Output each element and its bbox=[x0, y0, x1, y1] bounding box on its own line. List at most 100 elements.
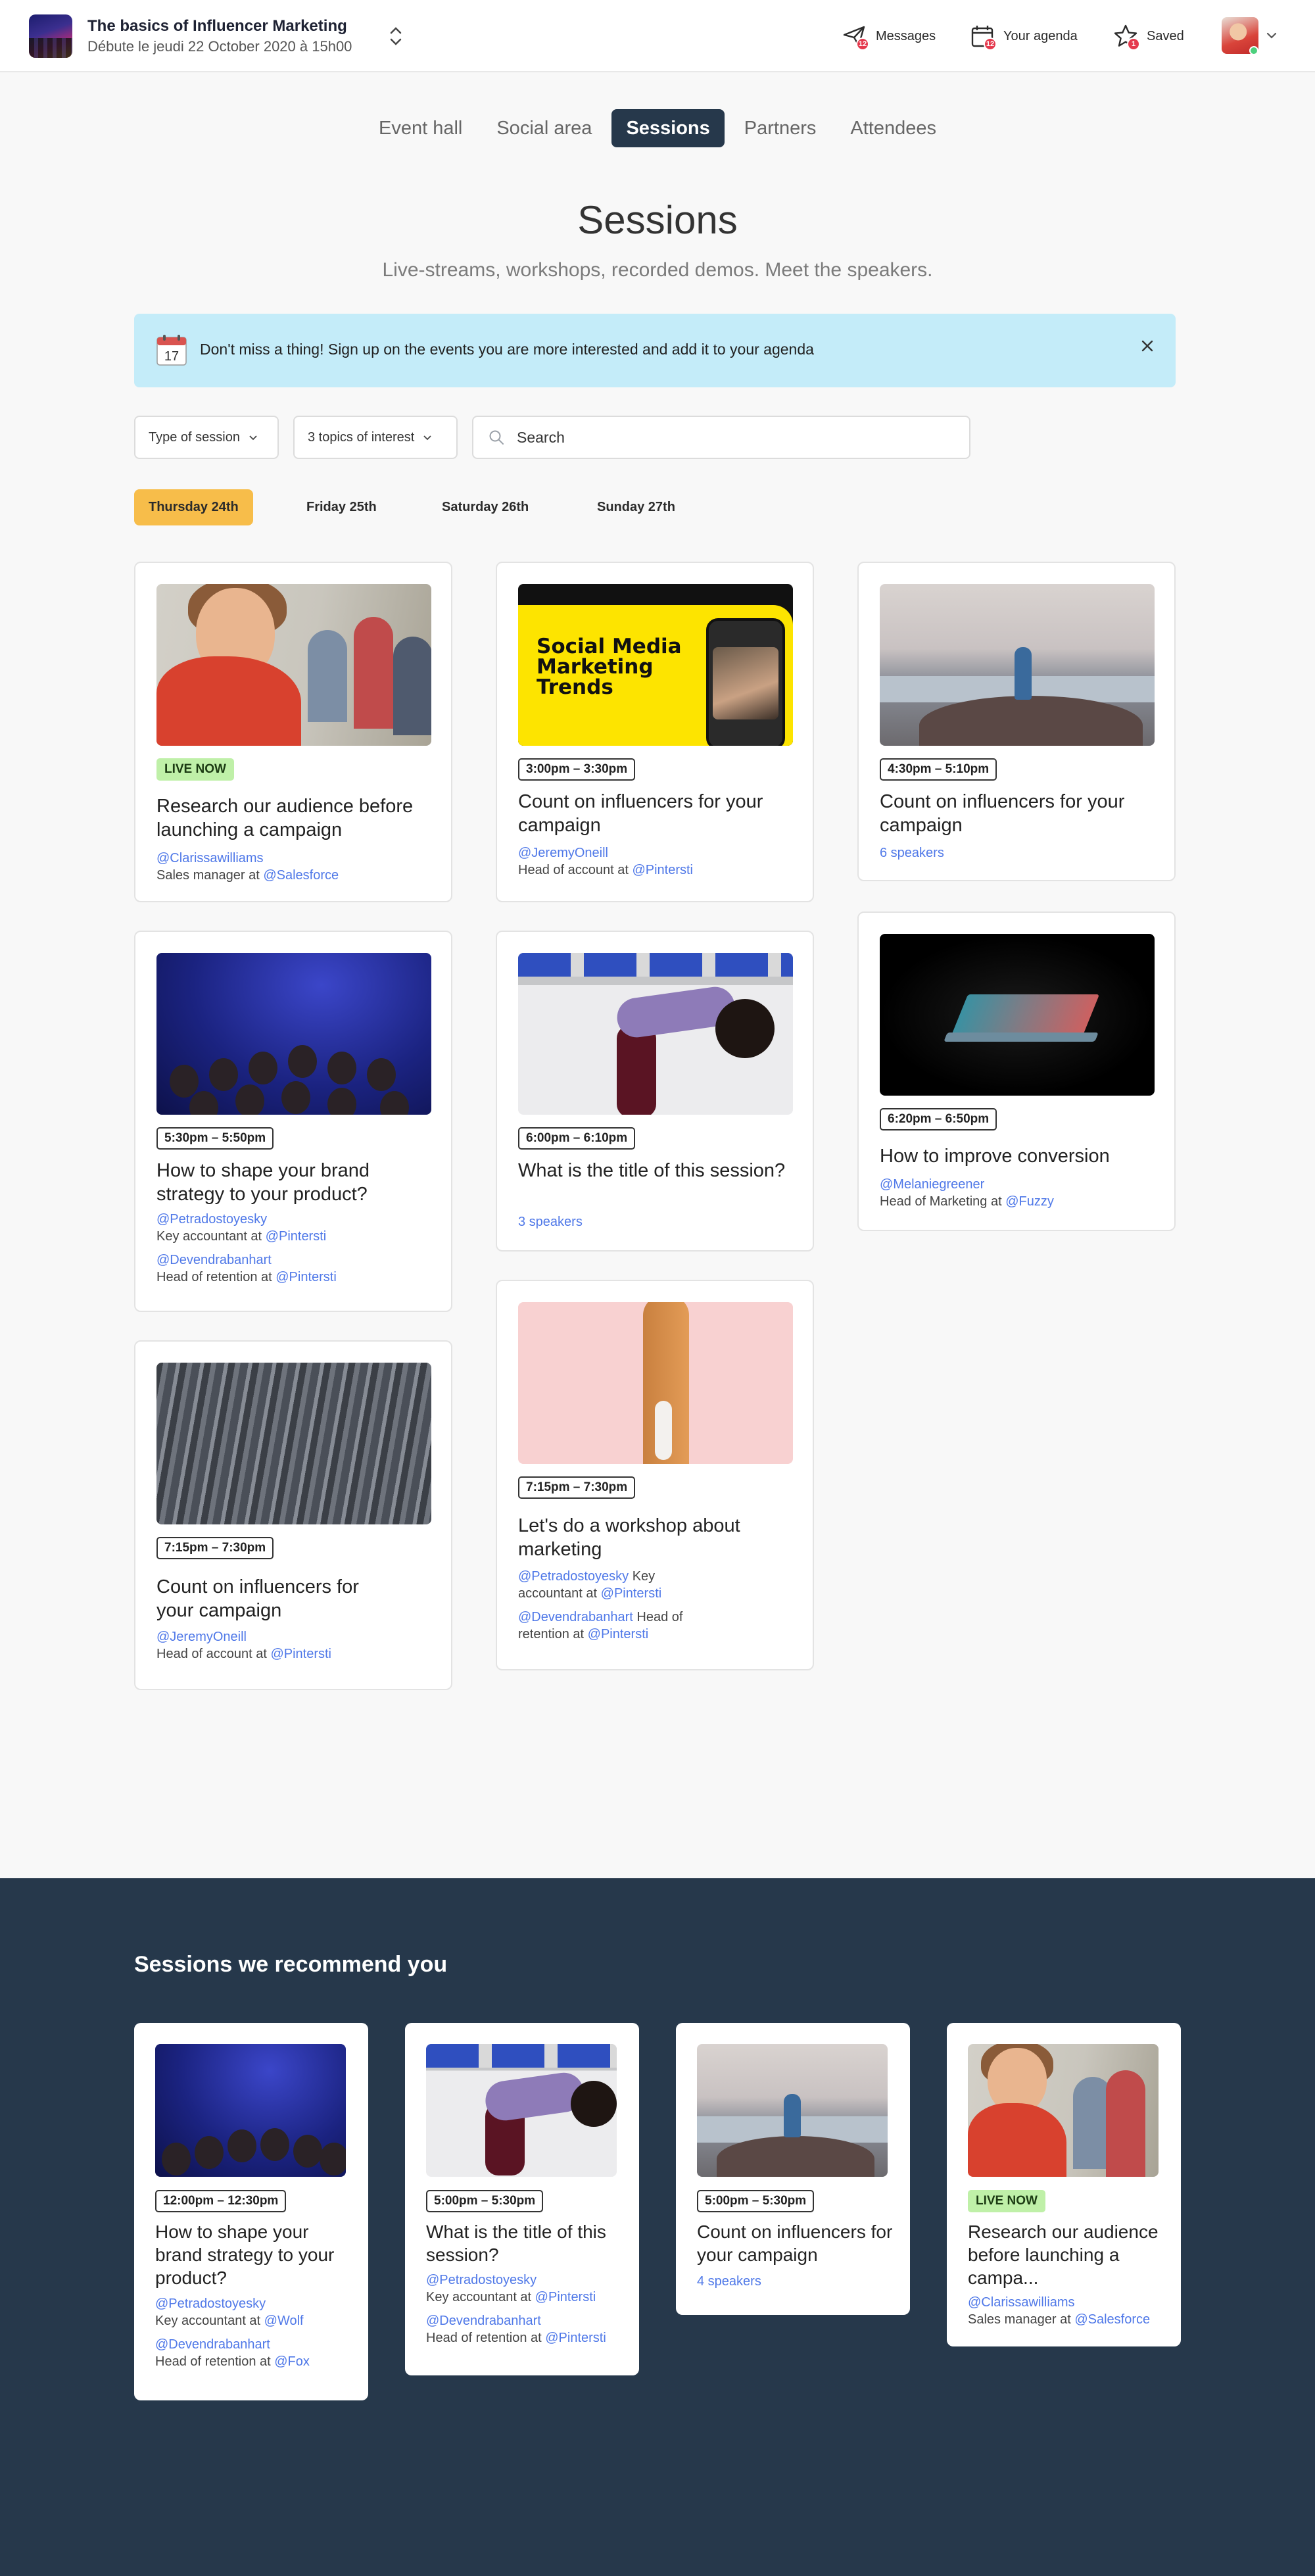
speaker-info: @Petradostoyesky Key accountant at @Pint… bbox=[426, 2272, 623, 2346]
company-link[interactable]: @Pintersti bbox=[545, 2331, 606, 2345]
session-card[interactable]: 6:20pm – 6:50pm How to improve conversio… bbox=[857, 911, 1176, 1231]
tab-partners[interactable]: Partners bbox=[730, 109, 831, 147]
day-tab-thursday[interactable]: Thursday 24th bbox=[134, 489, 253, 525]
session-card[interactable]: 4:30pm – 5:10pm Count on influencers for… bbox=[857, 562, 1176, 881]
speakers-count-link[interactable]: 3 speakers bbox=[518, 1213, 794, 1230]
company-link[interactable]: @Fuzzy bbox=[1005, 1194, 1054, 1209]
session-card[interactable]: 7:15pm – 7:30pm Let's do a workshop abou… bbox=[496, 1280, 814, 1670]
speaker-link[interactable]: @JeremyOneill bbox=[518, 846, 608, 860]
search-input[interactable] bbox=[517, 428, 911, 447]
session-card[interactable]: 7:15pm – 7:30pm Count on influencers for… bbox=[134, 1340, 452, 1690]
session-card[interactable]: 5:30pm – 5:50pm How to shape your brand … bbox=[134, 931, 452, 1312]
company-link[interactable]: @Fox bbox=[274, 2354, 310, 2369]
image-headline: Social Media Marketing Trends bbox=[537, 637, 682, 698]
agenda-label: Your agenda bbox=[1003, 28, 1078, 43]
chevron-down-icon[interactable] bbox=[1265, 29, 1278, 42]
speaker-link[interactable]: @Devendrabanhart bbox=[155, 2337, 270, 2352]
company-link[interactable]: @Pintersti bbox=[535, 2290, 596, 2304]
svg-text:17: 17 bbox=[164, 349, 179, 364]
close-icon[interactable] bbox=[1136, 335, 1159, 357]
session-title: Count on influencers for your campaign bbox=[697, 2222, 893, 2265]
day-tab-saturday[interactable]: Saturday 26th bbox=[427, 489, 543, 525]
session-image bbox=[880, 934, 1155, 1096]
tab-social-area[interactable]: Social area bbox=[482, 109, 606, 147]
company-link[interactable]: @Pintersti bbox=[588, 1627, 649, 1641]
speaker-role: Key accountant at bbox=[155, 2314, 261, 2328]
speaker-link[interactable]: @Petradostoyesky bbox=[426, 2273, 537, 2287]
recommended-card[interactable]: 5:00pm – 5:30pm Count on influencers for… bbox=[676, 2023, 910, 2315]
session-card[interactable]: 6:00pm – 6:10pm What is the title of thi… bbox=[496, 931, 814, 1252]
company-link[interactable]: @Pintersti bbox=[601, 1586, 662, 1601]
speaker-link[interactable]: @Petradostoyesky bbox=[155, 2297, 266, 2311]
session-title: How to shape your brand strategy to your… bbox=[156, 1160, 370, 1205]
speaker-info: @JeremyOneill Head of account at @Pinter… bbox=[156, 1628, 433, 1663]
online-status-dot bbox=[1249, 46, 1258, 55]
speaker-link[interactable]: @Petradostoyesky bbox=[518, 1569, 629, 1584]
speaker-link[interactable]: @Devendrabanhart bbox=[426, 2314, 541, 2328]
speaker-role: Head of retention at bbox=[156, 1270, 272, 1284]
company-link[interactable]: @Salesforce bbox=[1074, 2312, 1150, 2327]
star-icon: 1 bbox=[1112, 23, 1140, 51]
event-switcher-icon[interactable] bbox=[387, 25, 405, 47]
session-time: 7:15pm – 7:30pm bbox=[518, 1476, 636, 1499]
saved-link[interactable]: 1 Saved bbox=[1112, 20, 1184, 53]
session-title: Count on influencers for your campaign bbox=[156, 1576, 359, 1621]
calendar-icon: 12 bbox=[969, 23, 997, 51]
session-title: Let's do a workshop about marketing bbox=[518, 1515, 740, 1560]
session-time: 4:30pm – 5:10pm bbox=[880, 758, 997, 781]
tab-sessions[interactable]: Sessions bbox=[611, 109, 725, 147]
company-link[interactable]: @Salesforce bbox=[263, 868, 339, 883]
image-headline-line-3: Trends bbox=[537, 675, 613, 699]
speaker-role: Key accountant at bbox=[426, 2290, 532, 2304]
session-image bbox=[156, 953, 431, 1115]
session-time: 12:00pm – 12:30pm bbox=[155, 2190, 287, 2212]
chevron-down-icon bbox=[423, 435, 431, 441]
session-image bbox=[880, 584, 1155, 746]
speaker-info: @Petradostoyesky Key accountant at @Pint… bbox=[518, 1568, 702, 1643]
speaker-link[interactable]: @Devendrabanhart bbox=[518, 1610, 633, 1624]
speakers-count-link[interactable]: 6 speakers bbox=[880, 844, 1156, 862]
agenda-link[interactable]: 12 Your agenda bbox=[969, 20, 1078, 53]
company-link[interactable]: @Pintersti bbox=[270, 1647, 331, 1661]
messages-link[interactable]: 12 Messages bbox=[842, 20, 936, 53]
speaker-info: @Petradostoyesky Key accountant at @Pint… bbox=[156, 1211, 433, 1286]
session-time: 3:00pm – 3:30pm bbox=[518, 758, 636, 781]
session-image bbox=[156, 1363, 431, 1524]
speaker-link[interactable]: @Devendrabanhart bbox=[156, 1253, 272, 1267]
session-type-dropdown[interactable]: Type of session bbox=[134, 416, 279, 459]
company-link[interactable]: @Pintersti bbox=[275, 1270, 337, 1284]
speaker-link[interactable]: @Petradostoyesky bbox=[156, 1212, 267, 1227]
recommended-card[interactable]: 12:00pm – 12:30pm How to shape your bran… bbox=[134, 2023, 368, 2400]
speaker-link[interactable]: @Melaniegreener bbox=[880, 1177, 984, 1192]
session-card[interactable]: LIVE NOW Research our audience before la… bbox=[134, 562, 452, 902]
speaker-role: Head of retention at bbox=[155, 2354, 271, 2369]
banner-message: Don't miss a thing! Sign up on the event… bbox=[200, 341, 814, 358]
speakers-count-link[interactable]: 4 speakers bbox=[697, 2273, 894, 2290]
company-link[interactable]: @Wolf bbox=[264, 2314, 304, 2328]
recommended-card[interactable]: LIVE NOW Research our audience before la… bbox=[947, 2023, 1181, 2346]
speaker-link[interactable]: @JeremyOneill bbox=[156, 1630, 247, 1644]
company-link[interactable]: @Pintersti bbox=[266, 1229, 327, 1244]
session-title: What is the title of this session? bbox=[518, 1160, 786, 1181]
topics-dropdown[interactable]: 3 topics of interest bbox=[293, 416, 458, 459]
speaker-role: Head of account at bbox=[156, 1647, 267, 1661]
session-title: How to shape your brand strategy to your… bbox=[155, 2222, 335, 2288]
session-time: 5:00pm – 5:30pm bbox=[426, 2190, 544, 2212]
company-link[interactable]: @Pintersti bbox=[632, 863, 693, 877]
session-image bbox=[968, 2044, 1159, 2177]
day-tab-sunday[interactable]: Sunday 27th bbox=[583, 489, 690, 525]
day-tab-friday[interactable]: Friday 25th bbox=[292, 489, 391, 525]
speaker-link[interactable]: @Clarissawilliams bbox=[968, 2295, 1075, 2310]
speaker-link[interactable]: @Clarissawilliams bbox=[156, 851, 264, 865]
tab-event-hall[interactable]: Event hall bbox=[364, 109, 477, 147]
live-badge: LIVE NOW bbox=[156, 758, 234, 781]
recommended-section: Sessions we recommend you 12:00pm – 12:3… bbox=[0, 1878, 1315, 2576]
session-title: What is the title of this session? bbox=[426, 2222, 606, 2265]
session-card[interactable]: Social Media Marketing Trends 3:00pm – 3… bbox=[496, 562, 814, 902]
speaker-role: Sales manager at bbox=[968, 2312, 1071, 2327]
chevron-down-icon bbox=[249, 435, 257, 441]
event-thumbnail[interactable] bbox=[29, 14, 72, 58]
speaker-role: Sales manager at bbox=[156, 868, 260, 883]
tab-attendees[interactable]: Attendees bbox=[836, 109, 951, 147]
recommended-card[interactable]: 5:00pm – 5:30pm What is the title of thi… bbox=[405, 2023, 639, 2375]
